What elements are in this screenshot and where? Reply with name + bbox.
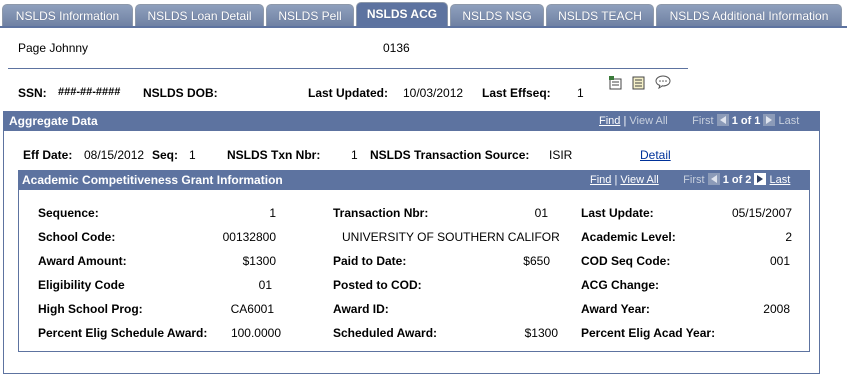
- seq-value: 1: [189, 148, 196, 162]
- field-label: Transaction Nbr:: [333, 206, 429, 220]
- school-name: UNIVERSITY OF SOUTHERN CALIFOR: [342, 230, 560, 244]
- field-value: 2008: [763, 302, 790, 316]
- tab-underline: [0, 26, 847, 28]
- field-label: Award Amount:: [38, 254, 127, 268]
- field-label: Posted to COD:: [333, 278, 422, 292]
- field-value: $650: [523, 254, 550, 268]
- tab-label: NSLDS TEACH: [558, 9, 642, 23]
- previous-arrow-icon[interactable]: [716, 114, 729, 126]
- tab-nslds-information[interactable]: NSLDS Information: [2, 4, 133, 26]
- previous-arrow-icon[interactable]: [707, 173, 720, 185]
- acg-title: Academic Competitiveness Grant Informati…: [22, 173, 283, 187]
- view-all-link[interactable]: View All: [620, 174, 658, 186]
- field-label: Scheduled Award:: [333, 326, 438, 340]
- txn-nbr-label: NSLDS Txn Nbr:: [227, 148, 321, 162]
- separator: |: [623, 115, 627, 127]
- tab-nslds-pell[interactable]: NSLDS Pell: [266, 4, 354, 26]
- tab-nslds-additional-information[interactable]: NSLDS Additional Information: [656, 4, 842, 26]
- field-value: CA6001: [230, 302, 274, 316]
- acg-panel: [18, 170, 810, 352]
- acg-header: Academic Competitiveness Grant Informati…: [18, 170, 810, 190]
- field-label: Eligibility Code: [38, 278, 125, 292]
- last-link[interactable]: Last: [770, 174, 791, 186]
- detail-link[interactable]: Detail: [640, 148, 671, 162]
- field-value: 001: [769, 254, 790, 268]
- transaction-source-value: ISIR: [549, 148, 573, 162]
- field-value: 05/15/2007: [731, 206, 792, 220]
- field-label: Sequence:: [38, 206, 99, 220]
- tab-label: NSLDS NSG: [462, 9, 532, 23]
- field-value: 01: [534, 206, 548, 220]
- tab-label: NSLDS Pell: [278, 9, 342, 23]
- student-id: 0136: [383, 41, 410, 55]
- seq-label: Seq:: [152, 148, 179, 162]
- first-link[interactable]: First: [692, 115, 713, 127]
- last-effseq-label: Last Effseq:: [482, 86, 551, 100]
- view-all-link[interactable]: View All: [629, 115, 667, 127]
- tab-nslds-acg[interactable]: NSLDS ACG: [356, 2, 448, 27]
- field-label: Award ID:: [333, 302, 389, 316]
- field-value: 01: [258, 278, 272, 292]
- last-link[interactable]: Last: [779, 115, 800, 127]
- next-arrow-icon[interactable]: [763, 114, 776, 126]
- field-label: ACG Change:: [581, 278, 659, 292]
- field-label: High School Prog:: [38, 302, 143, 316]
- tab-nslds-teach[interactable]: NSLDS TEACH: [546, 4, 654, 26]
- transaction-source-label: NSLDS Transaction Source:: [370, 148, 530, 162]
- aggregate-data-header: Aggregate Data Find | View All First 1 o…: [3, 111, 820, 131]
- aggregate-nav: Find | View All First 1 of 1 Last: [599, 111, 799, 131]
- field-label: COD Seq Code:: [581, 254, 671, 268]
- separator: |: [614, 174, 618, 186]
- last-effseq-value: 1: [577, 86, 584, 100]
- field-value: 00132800: [222, 230, 276, 244]
- field-label: Academic Level:: [581, 230, 676, 244]
- field-label: School Code:: [38, 230, 116, 244]
- field-value: 2: [785, 230, 792, 244]
- field-label: Percent Elig Schedule Award:: [38, 326, 208, 340]
- comment-icon[interactable]: [655, 75, 671, 89]
- first-link[interactable]: First: [683, 174, 704, 186]
- field-value: 100.0000: [230, 326, 281, 340]
- ssn-label: SSN:: [18, 86, 47, 100]
- txn-nbr-value: 1: [351, 148, 358, 162]
- eff-date-value: 08/15/2012: [84, 148, 145, 162]
- next-arrow-icon[interactable]: [754, 173, 767, 185]
- tab-label: NSLDS Loan Detail: [147, 9, 252, 23]
- row-counter: 1 of 1: [731, 115, 761, 127]
- notepad-icon[interactable]: [608, 76, 624, 90]
- last-updated-label: Last Updated:: [308, 86, 389, 100]
- checklist-icon[interactable]: [631, 76, 647, 90]
- field-label: Award Year:: [581, 302, 650, 316]
- aggregate-data-title: Aggregate Data: [9, 114, 98, 128]
- find-link[interactable]: Find: [590, 174, 611, 186]
- field-label: Paid to Date:: [333, 254, 407, 268]
- field-label: Percent Elig Acad Year:: [581, 326, 716, 340]
- tab-label: NSLDS ACG: [366, 7, 438, 21]
- ssn-value: ###-##-####: [58, 86, 121, 98]
- acg-nav: Find | View All First 1 of 2 Last: [590, 170, 790, 190]
- field-value: $1300: [524, 326, 558, 340]
- tab-nslds-nsg[interactable]: NSLDS NSG: [450, 4, 544, 26]
- dob-label: NSLDS DOB:: [143, 86, 218, 100]
- student-name: Page Johnny: [18, 41, 89, 55]
- tab-nslds-loan-detail[interactable]: NSLDS Loan Detail: [135, 4, 264, 26]
- find-link[interactable]: Find: [599, 115, 620, 127]
- field-value: $1300: [242, 254, 276, 268]
- tab-bar: NSLDS Information NSLDS Loan Detail NSLD…: [0, 0, 847, 28]
- tab-label: NSLDS Additional Information: [669, 9, 829, 23]
- field-label: Last Update:: [581, 206, 654, 220]
- eff-date-label: Eff Date:: [23, 148, 73, 162]
- tab-label: NSLDS Information: [15, 9, 120, 23]
- divider: [8, 68, 688, 69]
- field-value: 1: [269, 206, 276, 220]
- last-updated-value: 10/03/2012: [403, 86, 464, 100]
- row-counter: 1 of 2: [722, 174, 752, 186]
